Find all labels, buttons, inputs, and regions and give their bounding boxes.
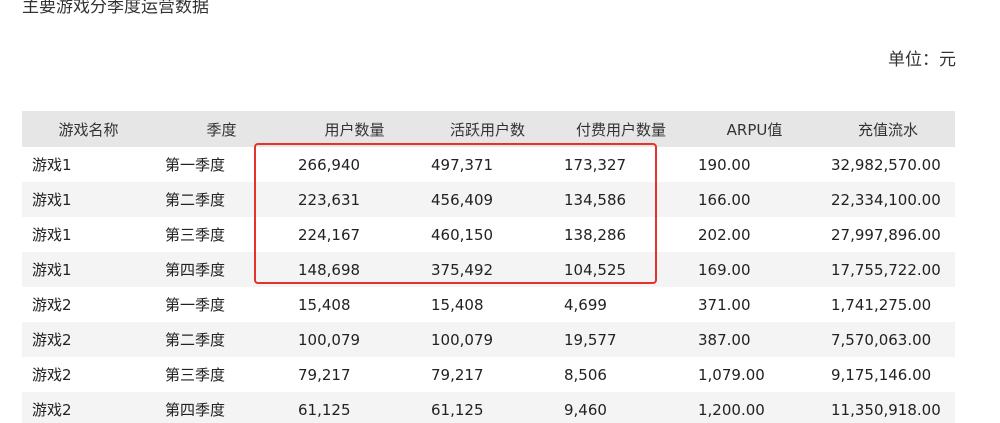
cell-arpu: 387.00 bbox=[688, 322, 821, 357]
cell-arpu: 190.00 bbox=[688, 147, 821, 182]
cell-users: 224,167 bbox=[288, 217, 421, 252]
cell-quarter: 第一季度 bbox=[155, 287, 288, 322]
cell-arpu: 169.00 bbox=[688, 252, 821, 287]
cell-active-users: 61,125 bbox=[421, 392, 554, 423]
column-header-paying-users: 付费用户数量 bbox=[554, 111, 688, 147]
cell-quarter: 第三季度 bbox=[155, 357, 288, 392]
cell-users: 223,631 bbox=[288, 182, 421, 217]
table-row: 游戏2 第一季度 15,408 15,408 4,699 371.00 1,74… bbox=[22, 287, 955, 322]
cell-users: 100,079 bbox=[288, 322, 421, 357]
cell-users: 79,217 bbox=[288, 357, 421, 392]
cell-arpu: 166.00 bbox=[688, 182, 821, 217]
cell-paying-users: 138,286 bbox=[554, 217, 688, 252]
cell-active-users: 456,409 bbox=[421, 182, 554, 217]
cell-quarter: 第四季度 bbox=[155, 392, 288, 423]
table-row: 游戏1 第四季度 148,698 375,492 104,525 169.00 … bbox=[22, 252, 955, 287]
unit-label: 单位：元 bbox=[888, 50, 956, 70]
column-header-users: 用户数量 bbox=[288, 111, 421, 147]
cell-active-users: 15,408 bbox=[421, 287, 554, 322]
cell-quarter: 第二季度 bbox=[155, 182, 288, 217]
cell-recharge-revenue: 17,755,722.00 bbox=[821, 252, 955, 287]
table-header-row: 游戏名称 季度 用户数量 活跃用户数 付费用户数量 ARPU值 充值流水 bbox=[22, 111, 955, 147]
column-header-recharge-revenue: 充值流水 bbox=[821, 111, 955, 147]
column-header-quarter: 季度 bbox=[155, 111, 288, 147]
cell-arpu: 1,200.00 bbox=[688, 392, 821, 423]
cell-game-name: 游戏2 bbox=[22, 357, 155, 392]
cell-recharge-revenue: 7,570,063.00 bbox=[821, 322, 955, 357]
cell-arpu: 202.00 bbox=[688, 217, 821, 252]
cell-users: 148,698 bbox=[288, 252, 421, 287]
cell-arpu: 1,079.00 bbox=[688, 357, 821, 392]
table-row: 游戏2 第二季度 100,079 100,079 19,577 387.00 7… bbox=[22, 322, 955, 357]
cell-game-name: 游戏2 bbox=[22, 287, 155, 322]
cell-recharge-revenue: 11,350,918.00 bbox=[821, 392, 955, 423]
cell-quarter: 第四季度 bbox=[155, 252, 288, 287]
cell-recharge-revenue: 9,175,146.00 bbox=[821, 357, 955, 392]
operations-data-table: 游戏名称 季度 用户数量 活跃用户数 付费用户数量 ARPU值 充值流水 游戏1… bbox=[22, 111, 955, 423]
table-row: 游戏1 第二季度 223,631 456,409 134,586 166.00 … bbox=[22, 182, 955, 217]
column-header-game-name: 游戏名称 bbox=[22, 111, 155, 147]
cell-recharge-revenue: 32,982,570.00 bbox=[821, 147, 955, 182]
cell-game-name: 游戏2 bbox=[22, 322, 155, 357]
cell-game-name: 游戏1 bbox=[22, 217, 155, 252]
cell-paying-users: 173,327 bbox=[554, 147, 688, 182]
cell-recharge-revenue: 27,997,896.00 bbox=[821, 217, 955, 252]
table-row: 游戏2 第三季度 79,217 79,217 8,506 1,079.00 9,… bbox=[22, 357, 955, 392]
cell-active-users: 100,079 bbox=[421, 322, 554, 357]
cell-users: 266,940 bbox=[288, 147, 421, 182]
cell-active-users: 375,492 bbox=[421, 252, 554, 287]
table-row: 游戏2 第四季度 61,125 61,125 9,460 1,200.00 11… bbox=[22, 392, 955, 423]
cell-users: 15,408 bbox=[288, 287, 421, 322]
cell-paying-users: 8,506 bbox=[554, 357, 688, 392]
table-row: 游戏1 第三季度 224,167 460,150 138,286 202.00 … bbox=[22, 217, 955, 252]
page-title: 主要游戏分季度运营数据 bbox=[22, 0, 209, 17]
cell-active-users: 497,371 bbox=[421, 147, 554, 182]
cell-recharge-revenue: 1,741,275.00 bbox=[821, 287, 955, 322]
page: 主要游戏分季度运营数据 单位：元 游戏名称 季度 用户数量 活跃用户数 付费用户… bbox=[0, 0, 1000, 423]
cell-recharge-revenue: 22,334,100.00 bbox=[821, 182, 955, 217]
cell-quarter: 第一季度 bbox=[155, 147, 288, 182]
cell-paying-users: 104,525 bbox=[554, 252, 688, 287]
cell-active-users: 460,150 bbox=[421, 217, 554, 252]
cell-active-users: 79,217 bbox=[421, 357, 554, 392]
cell-game-name: 游戏1 bbox=[22, 252, 155, 287]
cell-game-name: 游戏1 bbox=[22, 182, 155, 217]
cell-arpu: 371.00 bbox=[688, 287, 821, 322]
cell-game-name: 游戏2 bbox=[22, 392, 155, 423]
cell-quarter: 第三季度 bbox=[155, 217, 288, 252]
column-header-active-users: 活跃用户数 bbox=[421, 111, 554, 147]
cell-paying-users: 19,577 bbox=[554, 322, 688, 357]
cell-users: 61,125 bbox=[288, 392, 421, 423]
cell-paying-users: 4,699 bbox=[554, 287, 688, 322]
cell-game-name: 游戏1 bbox=[22, 147, 155, 182]
cell-quarter: 第二季度 bbox=[155, 322, 288, 357]
cell-paying-users: 9,460 bbox=[554, 392, 688, 423]
cell-paying-users: 134,586 bbox=[554, 182, 688, 217]
column-header-arpu: ARPU值 bbox=[688, 111, 821, 147]
table-row: 游戏1 第一季度 266,940 497,371 173,327 190.00 … bbox=[22, 147, 955, 182]
